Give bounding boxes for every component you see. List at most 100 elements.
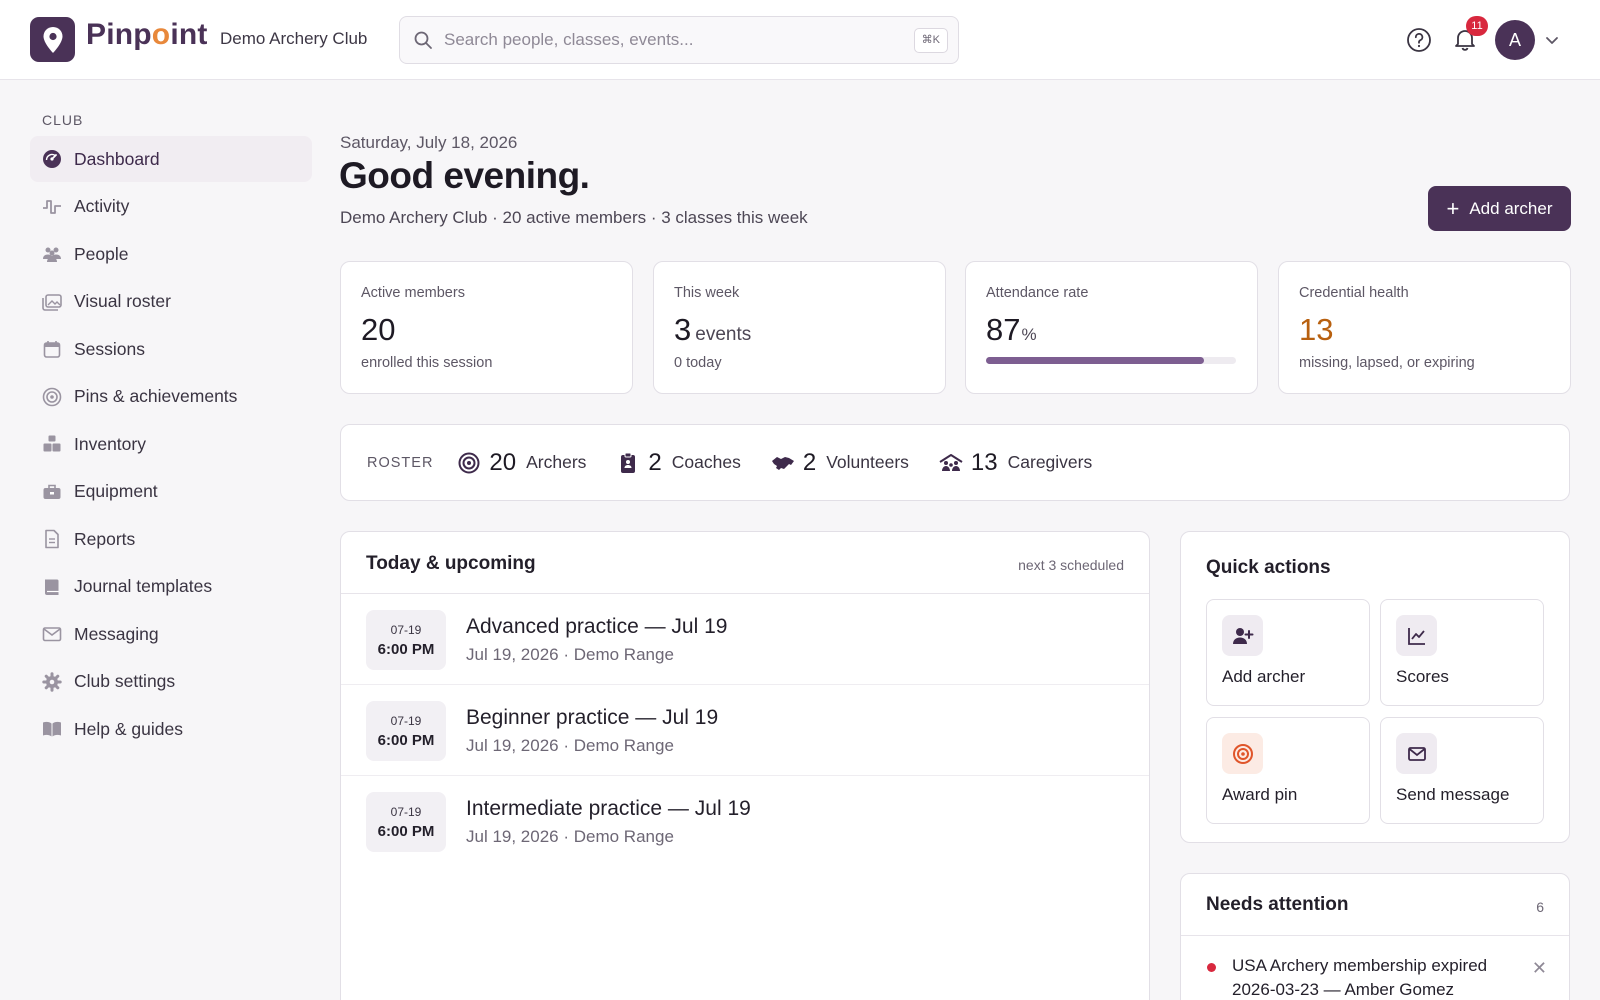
- brand-name[interactable]: Pinpoint: [86, 18, 208, 52]
- quick-action-label: Award pin: [1222, 785, 1298, 804]
- sidebar-item-label: Sessions: [74, 338, 146, 359]
- attendance-progress-fill: [986, 357, 1204, 364]
- roster-archers[interactable]: 20 Archers: [457, 449, 586, 477]
- event-details: Jul 19, 2026 · Demo Range: [466, 736, 674, 755]
- top-bar: Pinpoint Demo Archery Club ⌘K 11 A: [0, 0, 1600, 80]
- event-date-chip: 07-19 6:00 PM: [366, 792, 446, 852]
- event-date: 07-19: [390, 805, 422, 819]
- target-icon: [1222, 733, 1263, 774]
- roster-count: 2: [648, 448, 662, 476]
- plus-icon: +: [1446, 195, 1460, 221]
- sidebar-item-dashboard[interactable]: Dashboard: [30, 136, 312, 182]
- quick-action-scores[interactable]: Scores: [1380, 599, 1544, 706]
- sidebar-item-activity[interactable]: Activity: [30, 184, 312, 230]
- search-box[interactable]: ⌘K: [399, 16, 959, 64]
- stat-card-this-week[interactable]: This week 3 events 0 today: [653, 261, 946, 394]
- event-row[interactable]: 07-19 6:00 PM Advanced practice — Jul 19…: [341, 594, 1149, 685]
- sidebar-item-messaging[interactable]: Messaging: [30, 611, 312, 657]
- clipboard-icon: [621, 452, 636, 473]
- quick-action-add-archer[interactable]: Add archer: [1206, 599, 1370, 706]
- event-time: 6:00 PM: [377, 823, 435, 840]
- sidebar-item-label: Dashboard: [74, 148, 160, 169]
- sidebar-item-inventory[interactable]: Inventory: [30, 421, 312, 467]
- photos-icon: [42, 293, 62, 311]
- sidebar-item-label: Inventory: [74, 433, 146, 454]
- roster-count: 13: [970, 448, 998, 476]
- stat-label: Credential health: [1299, 285, 1409, 301]
- event-title[interactable]: Advanced practice — Jul 19: [466, 615, 727, 639]
- open-book-icon: [43, 721, 61, 737]
- target-icon: [42, 387, 62, 406]
- attention-item[interactable]: USA Archery membership expired 2026-03-2…: [1181, 936, 1569, 1000]
- stat-label: Active members: [361, 285, 465, 301]
- help-icon[interactable]: [1406, 27, 1432, 53]
- event-title[interactable]: Intermediate practice — Jul 19: [466, 797, 751, 821]
- attendance-progress-bar: [986, 357, 1236, 364]
- stat-card-credential-health[interactable]: Credential health 13 missing, lapsed, or…: [1278, 261, 1571, 394]
- stat-value: 13: [1299, 312, 1334, 347]
- sidebar-item-sessions[interactable]: Sessions: [30, 326, 312, 372]
- logo-pin-icon[interactable]: [30, 17, 75, 62]
- event-title[interactable]: Beginner practice — Jul 19: [466, 706, 718, 730]
- sidebar-item-journal-templates[interactable]: Journal templates: [30, 564, 312, 610]
- roster-coaches[interactable]: 2 Coaches: [616, 448, 741, 477]
- sidebar-item-visual-roster[interactable]: Visual roster: [30, 279, 312, 325]
- quick-action-label: Add archer: [1222, 667, 1306, 686]
- sidebar-item-label: Pins & achievements: [74, 386, 238, 406]
- gear-icon: [42, 671, 62, 692]
- page-title: Good evening.: [339, 155, 590, 196]
- sidebar-section-label: CLUB: [42, 112, 84, 128]
- sidebar-item-people[interactable]: People: [30, 231, 312, 277]
- calendar-icon: [43, 341, 61, 358]
- envelope-icon: [42, 627, 62, 642]
- sidebar-item-pins[interactable]: Pins & achievements: [30, 374, 312, 420]
- current-date: Saturday, July 18, 2026: [340, 133, 518, 152]
- quick-action-send-message[interactable]: Send message: [1380, 717, 1544, 824]
- search-icon: [414, 31, 432, 49]
- sidebar-item-equipment[interactable]: Equipment: [30, 469, 312, 515]
- event-row[interactable]: 07-19 6:00 PM Beginner practice — Jul 19…: [341, 685, 1149, 776]
- document-icon: [45, 529, 59, 549]
- search-input[interactable]: [444, 17, 894, 63]
- toolbox-icon: [43, 484, 61, 499]
- event-details: Jul 19, 2026 · Demo Range: [466, 645, 674, 664]
- people-icon: [43, 247, 61, 262]
- stat-note: 0 today: [674, 355, 722, 371]
- stat-value: 20: [361, 312, 396, 347]
- event-row[interactable]: 07-19 6:00 PM Intermediate practice — Ju…: [341, 776, 1149, 867]
- sidebar-item-club-settings[interactable]: Club settings: [30, 659, 312, 705]
- event-date-chip: 07-19 6:00 PM: [366, 610, 446, 670]
- club-summary: Demo Archery Club · 20 active members · …: [340, 208, 808, 227]
- sidebar-item-label: Messaging: [74, 623, 159, 644]
- chevron-down-icon[interactable]: [1544, 32, 1560, 48]
- handshake-icon: [771, 456, 794, 470]
- sidebar-item-label: Activity: [74, 196, 130, 216]
- event-time: 6:00 PM: [377, 732, 435, 749]
- stat-card-attendance[interactable]: Attendance rate 87%: [965, 261, 1258, 394]
- family-icon: [939, 453, 963, 471]
- stat-card-active-members[interactable]: Active members 20 enrolled this session: [340, 261, 633, 394]
- roster-name: Volunteers: [826, 452, 909, 472]
- roster-volunteers[interactable]: 2 Volunteers: [771, 449, 909, 477]
- alert-dot-icon: [1207, 963, 1216, 972]
- activity-icon: [43, 199, 61, 214]
- needs-attention-panel: Needs attention 6 USA Archery membership…: [1180, 873, 1570, 1000]
- quick-action-award-pin[interactable]: Award pin: [1206, 717, 1370, 824]
- event-details: Jul 19, 2026 · Demo Range: [466, 827, 674, 846]
- sidebar-item-help[interactable]: Help & guides: [30, 706, 312, 752]
- add-archer-button[interactable]: + Add archer: [1428, 186, 1571, 231]
- sidebar-item-reports[interactable]: Reports: [30, 516, 312, 562]
- stat-note: enrolled this session: [361, 355, 493, 371]
- needs-attention-title: Needs attention: [1206, 894, 1349, 915]
- roster-name: Caregivers: [1007, 452, 1093, 472]
- roster-summary: ROSTER 20 Archers 2 Coaches 2 Volunteers…: [340, 424, 1570, 501]
- roster-count: 20: [489, 448, 517, 476]
- attention-text: USA Archery membership expired 2026-03-2…: [1232, 956, 1488, 999]
- stat-value: 3 events: [674, 312, 752, 347]
- roster-caregivers[interactable]: 13 Caregivers: [939, 449, 1092, 477]
- avatar[interactable]: A: [1495, 20, 1535, 60]
- chart-icon: [1396, 615, 1437, 656]
- sidebar-item-label: Help & guides: [74, 718, 183, 739]
- close-icon[interactable]: ✕: [1532, 956, 1547, 980]
- stat-note: missing, lapsed, or expiring: [1299, 355, 1475, 371]
